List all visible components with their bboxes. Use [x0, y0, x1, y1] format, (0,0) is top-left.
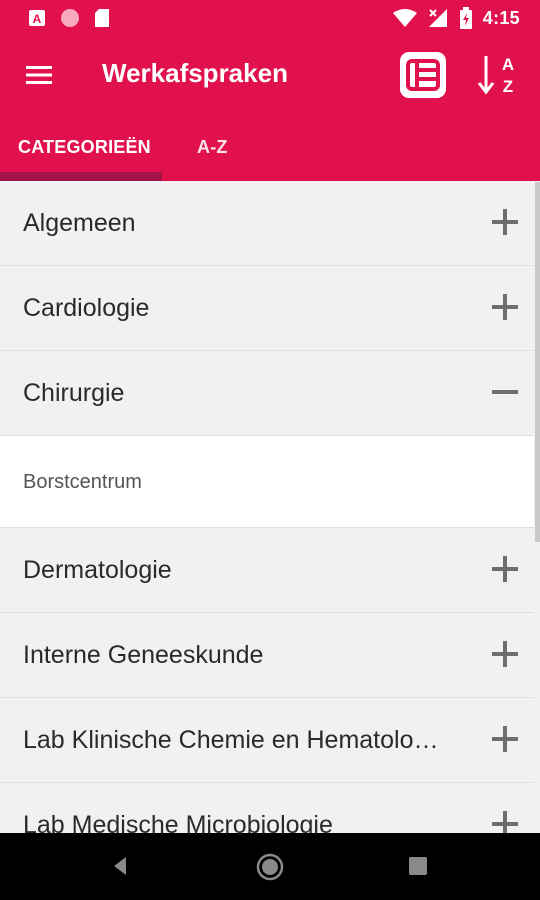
- expand-plus-icon[interactable]: [492, 209, 518, 235]
- category-label: Interne Geneeskunde: [23, 641, 264, 669]
- system-icons: 4:15: [392, 7, 520, 29]
- home-icon[interactable]: [256, 853, 284, 881]
- tab-a-z[interactable]: A-Z: [197, 137, 228, 158]
- svg-text:Z: Z: [503, 77, 513, 96]
- svg-text:A: A: [33, 12, 42, 26]
- menu-icon[interactable]: [24, 60, 54, 90]
- a-notification-icon: A: [29, 10, 45, 26]
- tab-bar: CATEGORIEËN A-Z: [0, 114, 540, 181]
- page-title: Werkafspraken: [102, 58, 288, 88]
- subcategory-label: Borstcentrum: [23, 471, 142, 493]
- category-row-lab-klinische-chemie[interactable]: Lab Klinische Chemie en Hematologie: [0, 698, 534, 783]
- wifi-icon: [392, 9, 417, 27]
- expand-plus-icon[interactable]: [492, 641, 518, 667]
- clock: 4:15: [482, 7, 520, 28]
- category-label: Chirurgie: [23, 379, 125, 407]
- category-list[interactable]: Algemeen Cardiologie Chirurgie Borstcent…: [0, 181, 534, 833]
- svg-text:A: A: [502, 55, 514, 74]
- expand-plus-icon[interactable]: [492, 811, 518, 833]
- category-row-dermatologie[interactable]: Dermatologie: [0, 528, 534, 613]
- category-label: Algemeen: [23, 209, 136, 237]
- expand-plus-icon[interactable]: [492, 556, 518, 582]
- collapse-minus-icon[interactable]: [492, 379, 518, 405]
- recent-apps-icon[interactable]: [408, 856, 428, 876]
- battery-icon: [459, 7, 472, 29]
- back-icon[interactable]: [108, 854, 132, 878]
- expand-plus-icon[interactable]: [492, 294, 518, 320]
- active-tab-indicator: [0, 172, 162, 181]
- category-row-interne-geneeskunde[interactable]: Interne Geneeskunde: [0, 613, 534, 698]
- category-row-cardiologie[interactable]: Cardiologie: [0, 266, 534, 351]
- app-bar: Werkafspraken A Z: [0, 36, 540, 114]
- category-label: Lab Klinische Chemie en Hematologie: [23, 726, 443, 754]
- expand-plus-icon[interactable]: [492, 726, 518, 752]
- category-row-chirurgie[interactable]: Chirurgie: [0, 351, 534, 436]
- sd-card-icon: [95, 9, 109, 27]
- subcategory-row-borstcentrum[interactable]: Borstcentrum: [0, 436, 534, 528]
- scrollbar-thumb[interactable]: [535, 182, 540, 542]
- notification-icons: A: [28, 8, 110, 28]
- category-row-lab-medische-microbiologie[interactable]: Lab Medische Microbiologie: [0, 783, 534, 833]
- category-row-algemeen[interactable]: Algemeen: [0, 181, 534, 266]
- category-label: Dermatologie: [23, 556, 172, 584]
- circle-notification-icon: [61, 9, 79, 27]
- signal-icon: [428, 9, 447, 27]
- status-bar: A 4:15: [0, 0, 540, 36]
- category-label: Lab Medische Microbiologie: [23, 811, 333, 833]
- category-label: Cardiologie: [23, 294, 150, 322]
- system-nav-bar: [0, 833, 540, 900]
- tab-categorieen[interactable]: CATEGORIEËN: [18, 137, 151, 158]
- sort-a-z-icon[interactable]: A Z: [474, 50, 524, 100]
- list-view-icon[interactable]: [398, 50, 448, 100]
